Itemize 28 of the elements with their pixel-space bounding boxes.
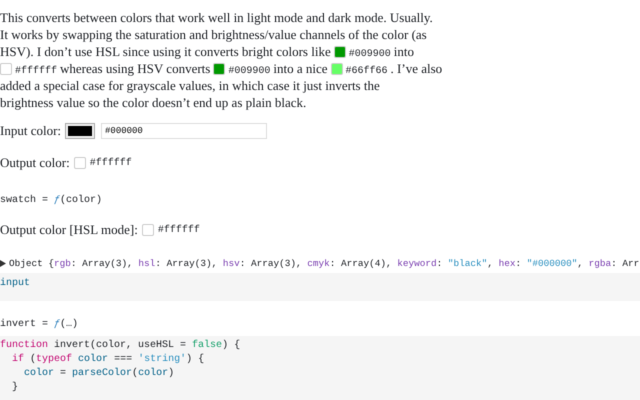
output-label: Output color [HSL mode]:	[0, 222, 138, 238]
paragraph-text: added a special case for grayscale values, in which case it just inverts the	[0, 77, 380, 94]
code-line: function invert(color, useHSL = false) {	[0, 339, 242, 353]
cell-output: swatch = ƒ(color)	[0, 195, 104, 206]
object-inspector: Object {rgb: Array(3), hsl: Array(3), hsv: Array(3), cmyk: Array(4), keyword: "black", hex: "#000000", rgba: Arr	[9, 258, 640, 269]
color-picker[interactable]	[65, 123, 96, 139]
input-label: Input color:	[0, 123, 62, 139]
code-line: color = parseColor(color)	[23, 367, 176, 381]
hex-code: #ffffff	[15, 64, 58, 79]
code-line: }	[11, 381, 20, 395]
hex-code: #66ff66	[346, 64, 388, 79]
hex-input-field[interactable]: #000000	[101, 123, 268, 139]
paragraph-text: into a nice	[273, 60, 328, 77]
paragraph-text: brightness value so the color doesn’t end up as plain black.	[0, 94, 306, 111]
paragraph-text: HSV). I don’t use HSL since using it converts bright colors like	[0, 43, 331, 60]
hex-code: #009900	[228, 65, 270, 79]
hex-code: #009900	[348, 48, 391, 62]
output-label: Output color:	[0, 155, 70, 171]
paragraph-text: This converts between colors that work well in light mode and dark mode. Usually.	[0, 9, 433, 26]
paragraph-text: whereas using HSV converts	[60, 60, 210, 77]
expand-icon[interactable]	[0, 260, 6, 267]
code-line: if (typeof color === 'string') {	[11, 353, 206, 367]
paragraph-text: It works by swapping the saturation and brightness/value channels of the color (as	[0, 26, 427, 43]
hex-code: #ffffff	[158, 224, 200, 236]
cell-output: invert = ƒ(…)	[0, 319, 80, 330]
paragraph-text: into	[394, 43, 414, 60]
paragraph-text: . I’ve also	[390, 60, 442, 77]
hex-code: #ffffff	[90, 158, 132, 168]
